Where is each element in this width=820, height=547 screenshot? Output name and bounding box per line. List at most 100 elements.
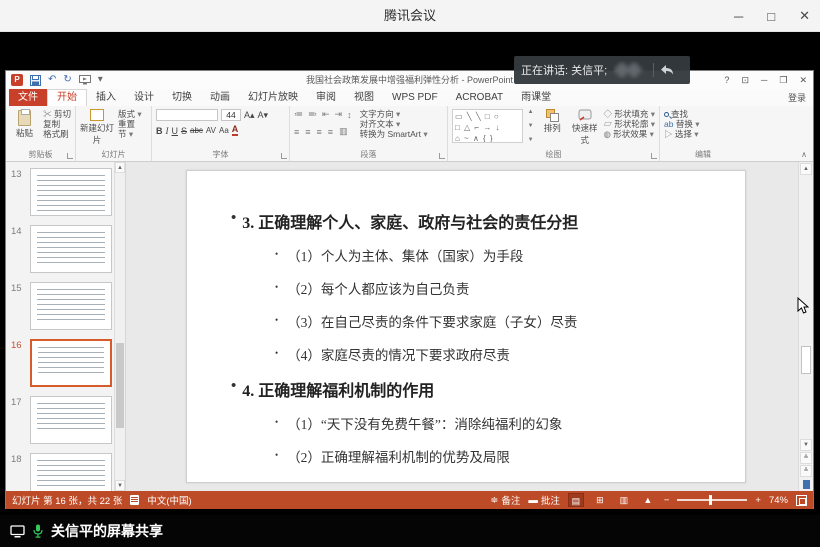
strikethrough-button[interactable]: S <box>181 126 187 136</box>
comments-toggle[interactable]: ▬批注 <box>528 493 560 507</box>
tab-acrobat[interactable]: ACROBAT <box>447 90 513 106</box>
align-left-icon[interactable]: ≡ <box>294 127 302 137</box>
language-indicator[interactable]: 中文(中国) <box>147 493 191 507</box>
tab-review[interactable]: 审阅 <box>307 90 345 106</box>
signin-link[interactable]: 登录 <box>788 91 806 104</box>
align-center-icon[interactable]: ≡ <box>305 127 313 137</box>
arrange-button[interactable]: 排列 <box>539 109 566 134</box>
ppt-ribbon-options-icon[interactable]: ⊡ <box>741 75 749 86</box>
reset-button[interactable]: 重置 <box>118 119 142 129</box>
shapes-scroll-up-icon[interactable]: ▲ <box>528 109 534 115</box>
drawing-dialog-launcher-icon[interactable] <box>651 153 657 159</box>
qat-customize-icon[interactable]: ▾ <box>98 74 103 86</box>
powerpoint-logo-icon[interactable]: P <box>11 74 23 86</box>
next-slide-icon[interactable]: ≚ <box>800 465 812 477</box>
font-color-button[interactable]: A <box>232 125 239 136</box>
new-slide-button[interactable]: 新建幻灯片 <box>80 109 114 146</box>
ppt-help-icon[interactable]: ? <box>724 75 729 85</box>
scroll-thumb[interactable] <box>801 346 811 374</box>
scroll-up-icon[interactable]: ▲ <box>800 163 812 175</box>
bold-button[interactable]: B <box>156 126 163 136</box>
save-icon[interactable] <box>30 75 41 86</box>
thumbnail-slide-15[interactable]: 15 <box>6 282 125 330</box>
meeting-maximize-icon[interactable]: □ <box>767 9 775 24</box>
underline-button[interactable]: U <box>172 126 179 136</box>
thumbnail-scroll-up-icon[interactable]: ▲ <box>115 162 125 173</box>
thumbnail-slide-17[interactable]: 17 <box>6 396 125 444</box>
paragraph-dialog-launcher-icon[interactable] <box>439 153 445 159</box>
meeting-close-icon[interactable]: ✕ <box>799 8 810 24</box>
zoom-out-icon[interactable]: − <box>664 495 670 506</box>
shapes-scroll-down-icon[interactable]: ▼ <box>528 123 534 129</box>
italic-button[interactable]: I <box>166 126 169 136</box>
find-button[interactable]: 查找 <box>664 109 742 119</box>
zoom-percentage[interactable]: 74% <box>769 495 788 506</box>
increase-indent-icon[interactable]: ⇥ <box>335 109 345 120</box>
slide-16-content[interactable]: •3. 正确理解个人、家庭、政府与社会的责任分担 •（1）个人为主体、集体（国家… <box>186 170 746 483</box>
layout-button[interactable]: 版式 ▾ <box>118 109 142 119</box>
paste-button[interactable]: 粘贴 <box>10 109 39 139</box>
tab-animations[interactable]: 动画 <box>201 90 239 106</box>
section-button[interactable]: 节 ▾ <box>118 129 142 139</box>
shapes-gallery[interactable]: ▭ ╲ ╲ □ ○ □ △ ⌐ → ↓ ⌂ ~ ∧ { } <box>452 109 523 143</box>
decrease-indent-icon[interactable]: ⇤ <box>322 109 332 120</box>
grow-font-icon[interactable]: A▴ <box>244 110 255 121</box>
shape-fill-button[interactable]: ◇ 形状填充 ▾ <box>603 109 655 119</box>
tab-rain-classroom[interactable]: 雨课堂 <box>512 90 560 106</box>
thumbnail-slide-14[interactable]: 14 <box>6 225 125 273</box>
pin-back-arrow-icon[interactable] <box>660 64 674 76</box>
meeting-minimize-icon[interactable]: ─ <box>734 9 743 24</box>
redo-icon[interactable]: ↻ <box>63 74 71 86</box>
ppt-minimize-icon[interactable]: ─ <box>761 75 767 85</box>
scroll-down-icon[interactable]: ▼ <box>800 439 812 451</box>
justify-icon[interactable]: ≡ <box>328 127 336 137</box>
fit-to-window-icon[interactable] <box>796 495 807 506</box>
shrink-font-icon[interactable]: A▾ <box>258 110 269 121</box>
thumbnail-slide-13[interactable]: 13 <box>6 168 125 216</box>
font-size-combobox[interactable]: 44 <box>221 109 241 121</box>
main-scrollbar[interactable]: ▲ ▼ ≙ ≚ <box>798 162 813 491</box>
shapes-more-icon[interactable]: ▼ <box>528 137 534 143</box>
proofing-icon[interactable] <box>130 495 139 505</box>
align-right-icon[interactable]: ≡ <box>317 127 325 137</box>
slideshow-view-icon[interactable]: ▲ <box>640 493 656 507</box>
line-spacing-icon[interactable]: ↕ <box>347 110 354 120</box>
thumbnail-slide-16-selected[interactable]: 16 <box>6 339 125 387</box>
select-button[interactable]: ▷ 选择 ▾ <box>664 129 742 139</box>
tab-insert[interactable]: 插入 <box>87 90 125 106</box>
thumbnail-slide-18[interactable]: 18 <box>6 453 125 491</box>
bullets-icon[interactable]: ≔ <box>294 109 305 120</box>
zoom-slider-thumb[interactable] <box>709 495 712 505</box>
tab-file[interactable]: 文件 <box>9 89 47 106</box>
ppt-close-icon[interactable]: ✕ <box>799 75 807 86</box>
format-painter-button[interactable]: 格式刷 <box>43 129 71 139</box>
reading-view-icon[interactable]: ▥ <box>616 493 632 507</box>
convert-smartart-button[interactable]: 转换为 SmartArt ▾ <box>360 129 428 139</box>
tab-wps-pdf[interactable]: WPS PDF <box>383 90 447 106</box>
clipboard-dialog-launcher-icon[interactable] <box>67 153 73 159</box>
character-spacing-button[interactable]: AV <box>206 126 216 135</box>
replace-button[interactable]: ab 替换 ▾ <box>664 119 742 129</box>
tab-slideshow[interactable]: 幻灯片放映 <box>239 90 307 106</box>
zoom-slider[interactable] <box>677 499 747 501</box>
shape-effects-button[interactable]: ◍ 形状效果 ▾ <box>603 129 655 139</box>
ppt-restore-icon[interactable]: ❐ <box>779 75 787 86</box>
font-name-combobox[interactable] <box>156 109 218 121</box>
clear-formatting-button[interactable]: abc <box>190 126 203 135</box>
undo-icon[interactable]: ↶ <box>48 74 56 86</box>
collapse-ribbon-icon[interactable]: ∧ <box>801 150 807 159</box>
previous-slide-icon[interactable]: ≙ <box>800 452 812 464</box>
thumbnail-scroll-thumb[interactable] <box>116 343 124 429</box>
zoom-in-icon[interactable]: + <box>755 495 761 506</box>
columns-icon[interactable]: ▥ <box>339 126 351 137</box>
tab-transitions[interactable]: 切换 <box>163 90 201 106</box>
start-slideshow-icon[interactable] <box>79 75 91 85</box>
shape-outline-button[interactable]: ▱ 形状轮廓 ▾ <box>603 119 655 129</box>
numbering-icon[interactable]: ≕ <box>308 109 319 120</box>
slide-sorter-view-icon[interactable]: ⊞ <box>592 493 608 507</box>
change-case-button[interactable]: Aa <box>219 126 229 135</box>
thumbnail-scrollbar[interactable]: ▲ ▼ <box>114 162 125 491</box>
font-dialog-launcher-icon[interactable] <box>281 153 287 159</box>
notes-toggle[interactable]: ≑备注 <box>490 493 520 507</box>
normal-view-icon[interactable]: ▤ <box>568 493 584 507</box>
